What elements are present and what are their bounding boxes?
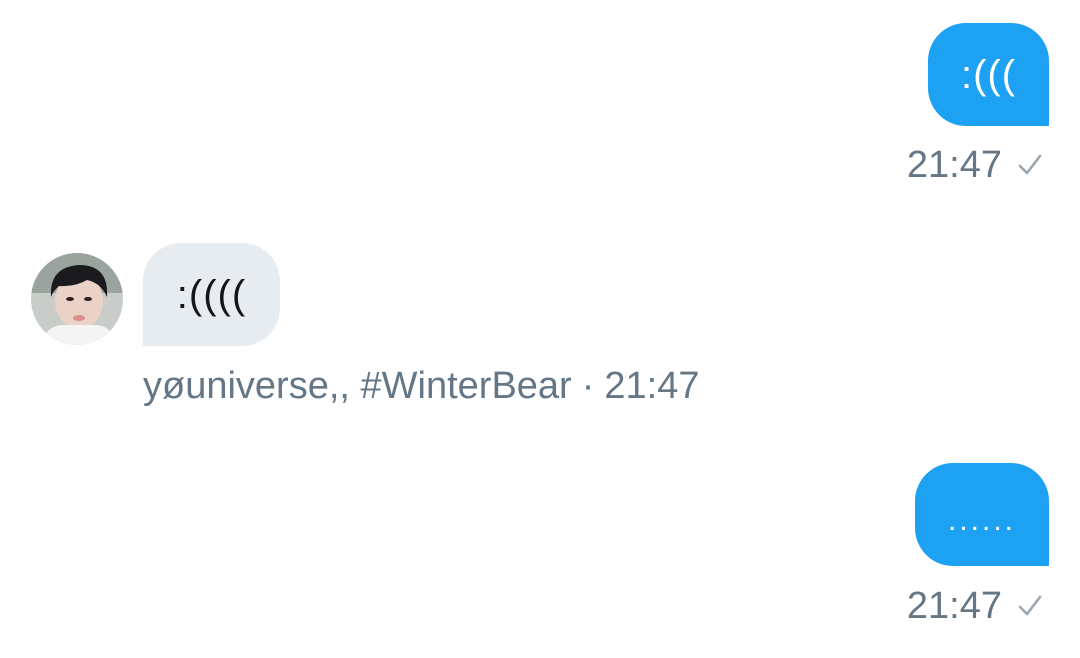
message-text: :(((( — [176, 272, 247, 317]
user-avatar-photo — [31, 253, 123, 345]
avatar[interactable] — [31, 253, 123, 345]
checkmark-icon — [1018, 595, 1042, 616]
incoming-message-bubble[interactable]: :(((( — [143, 243, 280, 346]
message-text: :((( — [960, 52, 1017, 97]
outgoing-message-bubble[interactable]: ...... — [915, 463, 1049, 566]
sender-name[interactable]: yøuniverse,, #WinterBear — [143, 367, 572, 405]
message-timestamp-row: 21:47 — [907, 146, 1044, 184]
message-text: ...... — [947, 503, 1016, 537]
checkmark-icon — [1018, 154, 1042, 175]
meta-separator: · — [581, 365, 595, 407]
message-sender-row: yøuniverse,, #WinterBear · 21:47 — [143, 367, 699, 405]
message-timestamp-row: 21:47 — [907, 587, 1044, 625]
message-time: 21:47 — [906, 585, 1002, 627]
outgoing-message-bubble[interactable]: :((( — [928, 23, 1049, 126]
message-time: 21:47 — [906, 144, 1002, 186]
message-time: 21:47 — [604, 365, 700, 407]
